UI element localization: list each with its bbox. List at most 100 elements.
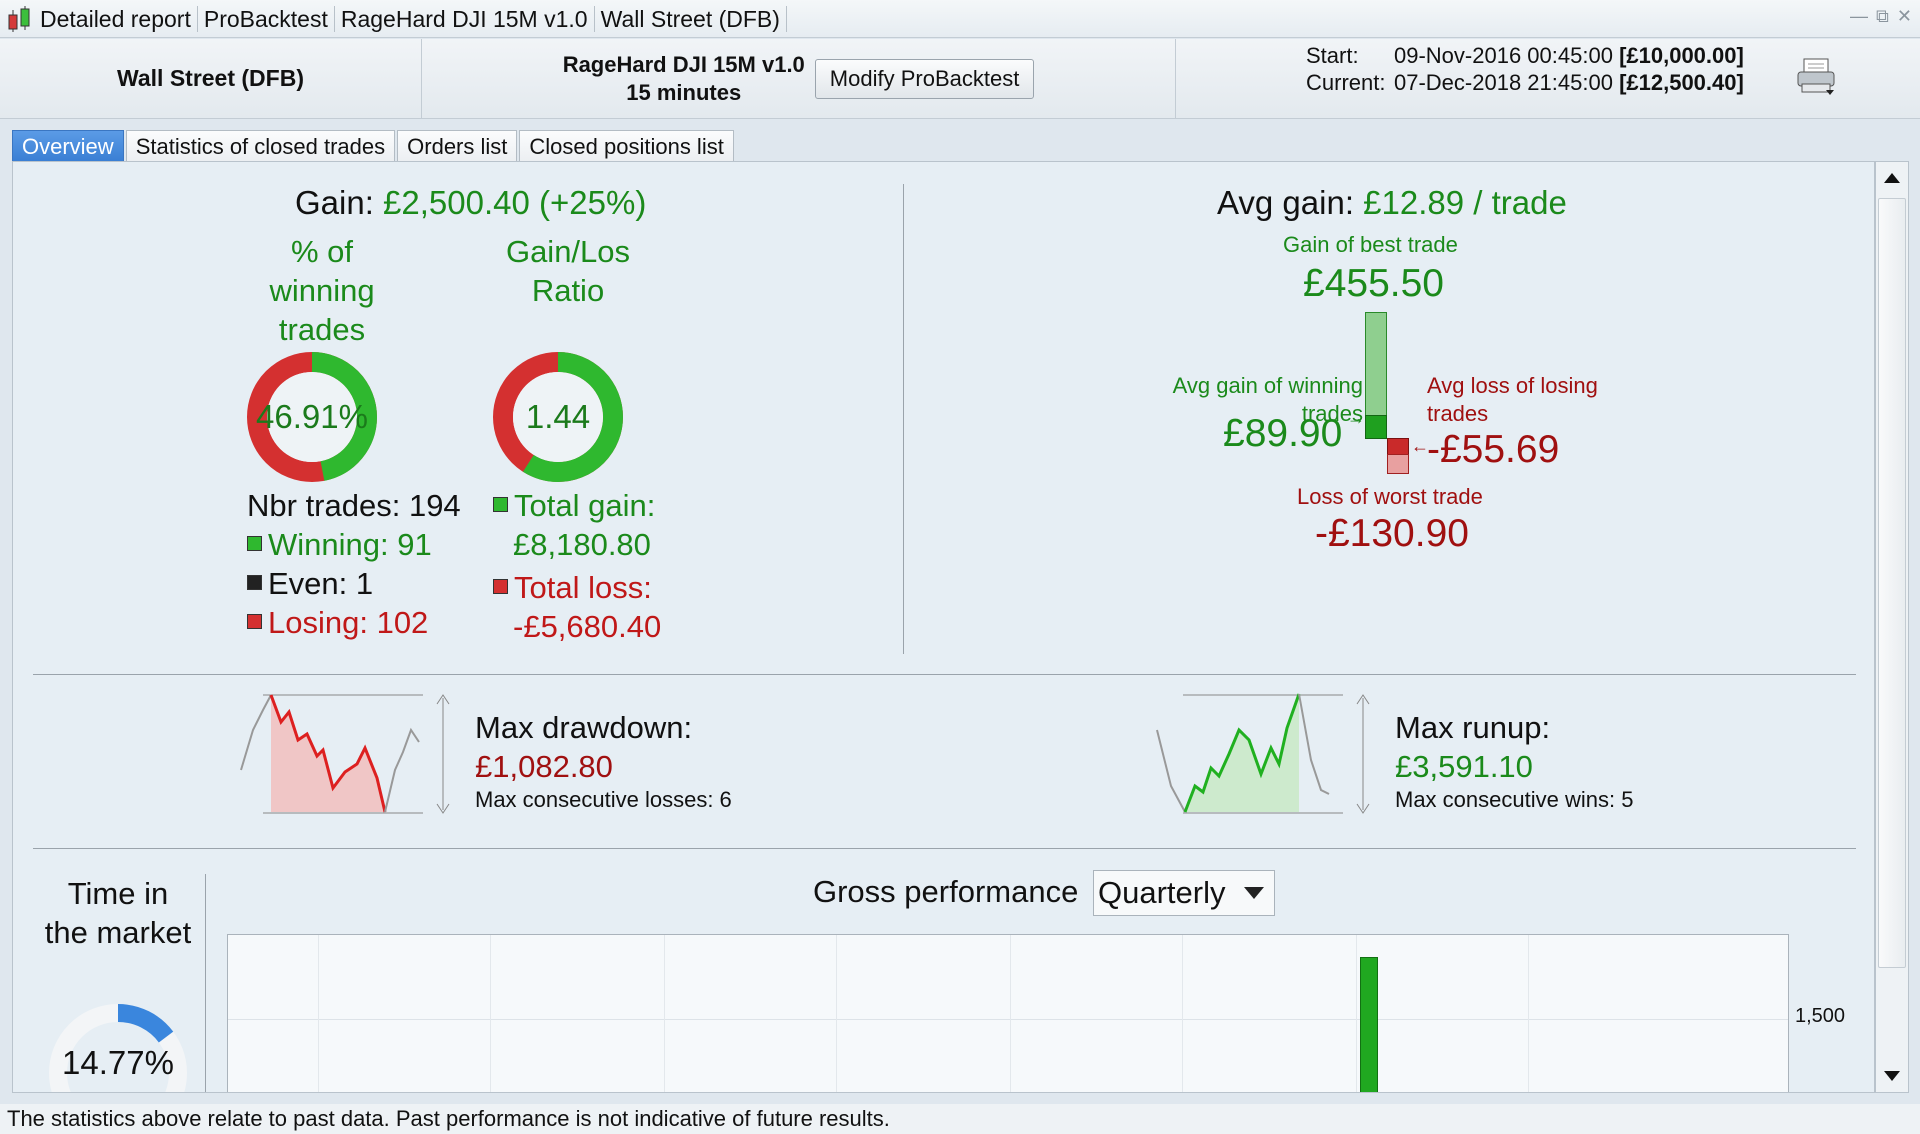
total-gain-legend-icon (493, 497, 508, 513)
nbr-trades: Nbr trades: 194 (247, 488, 461, 523)
runup-chart (1156, 693, 1370, 814)
report-header: Wall Street (DFB) RageHard DJI 15M v1.0 … (0, 39, 1920, 119)
strategy-timeframe: 15 minutes (626, 79, 742, 105)
winning-count-row: Winning: 91 (247, 527, 432, 563)
strategy-info: RageHard DJI 15M v1.0 15 minutes Modify … (422, 39, 1176, 118)
close-icon[interactable]: ✕ (1897, 6, 1912, 27)
disclaimer: The statistics above relate to past data… (0, 1104, 1920, 1134)
total-gain-value: £8,180.80 (513, 527, 651, 562)
tab-overview[interactable]: Overview (12, 130, 124, 161)
gain-line: Gain: £2,500.40 (+25%) (295, 184, 646, 222)
avg-gain-value: £12.89 / trade (1363, 184, 1567, 221)
best-trade-bar (1365, 312, 1387, 417)
drawdown-chart (240, 694, 450, 814)
instrument-name: Wall Street (DFB) (0, 39, 422, 118)
losing-count-row: Losing: 102 (247, 605, 428, 641)
gridline-v (1182, 935, 1183, 1092)
scroll-down-icon[interactable] (1876, 1060, 1908, 1092)
start-label: Start: (1306, 43, 1359, 68)
tab-statistics-closed-trades[interactable]: Statistics of closed trades (125, 130, 396, 161)
performance-bar (1360, 957, 1378, 1092)
title-segment-instrument: Wall Street (DFB) (595, 5, 787, 32)
worst-trade-bar (1387, 454, 1409, 474)
pct-winning-value: 46.91% (256, 398, 368, 435)
avg-gain-label: Avg gain: (1217, 184, 1354, 221)
start-capital: [£10,000.00] (1619, 43, 1744, 68)
best-trade-value: £455.50 (1303, 262, 1444, 305)
overview-panel: Gain: £2,500.40 (+25%) % of winning trad… (12, 161, 1875, 1093)
gridline-v (490, 935, 491, 1092)
avg-win-bar (1365, 415, 1387, 439)
title-segment-module: ProBacktest (198, 5, 335, 32)
worst-trade-value: -£130.90 (1315, 512, 1469, 555)
section-divider-2 (33, 848, 1856, 849)
losing-legend-icon (247, 614, 262, 630)
current-label: Current: (1306, 70, 1386, 95)
section-divider-1 (33, 674, 1856, 675)
total-loss-value: -£5,680.40 (513, 609, 662, 644)
start-date: 09-Nov-2016 00:45:00 (1394, 43, 1613, 68)
total-gain-row: Total gain: (493, 488, 655, 524)
time-in-market-title: Time in the market (44, 876, 192, 950)
avg-win-value: £89.90 (1223, 412, 1343, 455)
gridline-v (318, 935, 319, 1092)
modify-probacktest-button[interactable]: Modify ProBacktest (814, 58, 1035, 99)
gross-performance-label: Gross performance (813, 874, 1079, 909)
date-range-info: Start: 09-Nov-2016 00:45:00 [£10,000.00] … (1176, 39, 1920, 118)
vertical-scrollbar[interactable] (1875, 161, 1909, 1093)
avg-loss-label: Avg loss of losing trades (1427, 373, 1598, 426)
gross-performance-chart (227, 934, 1789, 1092)
tab-orders-list[interactable]: Orders list (397, 130, 518, 161)
minimize-icon[interactable]: — (1850, 6, 1868, 27)
best-trade-label: Gain of best trade (1283, 232, 1458, 257)
gridline-1500 (228, 1019, 1788, 1020)
total-loss-label: Total loss: (514, 570, 652, 605)
current-capital: [£12,500.40] (1619, 70, 1744, 95)
winning-count: Winning: 91 (268, 527, 432, 562)
total-loss-legend-icon (493, 579, 508, 595)
even-count: Even: 1 (268, 566, 374, 601)
avg-loss-value: -£55.69 (1427, 428, 1560, 471)
avg-win-pointer-icon: → (1347, 408, 1365, 428)
max-drawdown-value: £1,082.80 (475, 749, 613, 784)
chevron-down-icon[interactable] (1234, 875, 1274, 911)
max-runup-value: £3,591.10 (1395, 749, 1533, 784)
gainloss-value: 1.44 (525, 398, 591, 435)
tab-closed-positions-list[interactable]: Closed positions list (519, 130, 734, 161)
total-gain-label: Total gain: (514, 488, 656, 523)
period-select-value: Quarterly (1098, 875, 1226, 910)
total-loss-row: Total loss: (493, 570, 652, 606)
gridline-v (664, 935, 665, 1092)
pct-winning-title: % of winning trades (269, 234, 375, 347)
scroll-up-icon[interactable] (1876, 162, 1908, 194)
gridline-v (1528, 935, 1529, 1092)
gridline-v (1010, 935, 1011, 1092)
printer-icon[interactable] (1796, 57, 1838, 102)
title-bar: Detailed report ProBacktest RageHard DJI… (0, 0, 1920, 38)
even-legend-icon (247, 575, 262, 591)
gain-value: £2,500.40 (+25%) (383, 184, 647, 221)
title-segment-strategy: RageHard DJI 15M v1.0 (335, 5, 595, 32)
detailed-report-window: Detailed report ProBacktest RageHard DJI… (0, 0, 1920, 1134)
even-count-row: Even: 1 (247, 566, 373, 602)
section-divider-vertical (903, 184, 904, 654)
candlestick-app-icon (4, 4, 34, 34)
avg-gain-line: Avg gain: £12.89 / trade (1217, 184, 1567, 222)
time-in-market-value: 14.77% (62, 1044, 174, 1081)
avg-loss-bar (1387, 438, 1409, 455)
restore-icon[interactable]: ⧉ (1876, 6, 1889, 27)
y-tick-1500: 1,500 (1795, 1005, 1846, 1027)
gain-label: Gain: (295, 184, 374, 221)
gridline-v (1356, 935, 1357, 1092)
period-select[interactable]: Quarterly (1093, 870, 1275, 916)
strategy-name: RageHard DJI 15M v1.0 (562, 51, 805, 77)
current-date: 07-Dec-2018 21:45:00 (1394, 70, 1613, 95)
max-consecutive-wins: Max consecutive wins: 5 (1395, 787, 1634, 812)
gainloss-title: Gain/Los Ratio (505, 234, 631, 308)
report-tabs: Overview Statistics of closed trades Ord… (12, 130, 734, 161)
max-consecutive-losses: Max consecutive losses: 6 (475, 787, 732, 812)
max-drawdown-label: Max drawdown: (475, 710, 693, 745)
section-divider-vertical-bottom (205, 874, 206, 1092)
scroll-thumb[interactable] (1878, 198, 1906, 968)
title-segment-report: Detailed report (34, 5, 198, 32)
